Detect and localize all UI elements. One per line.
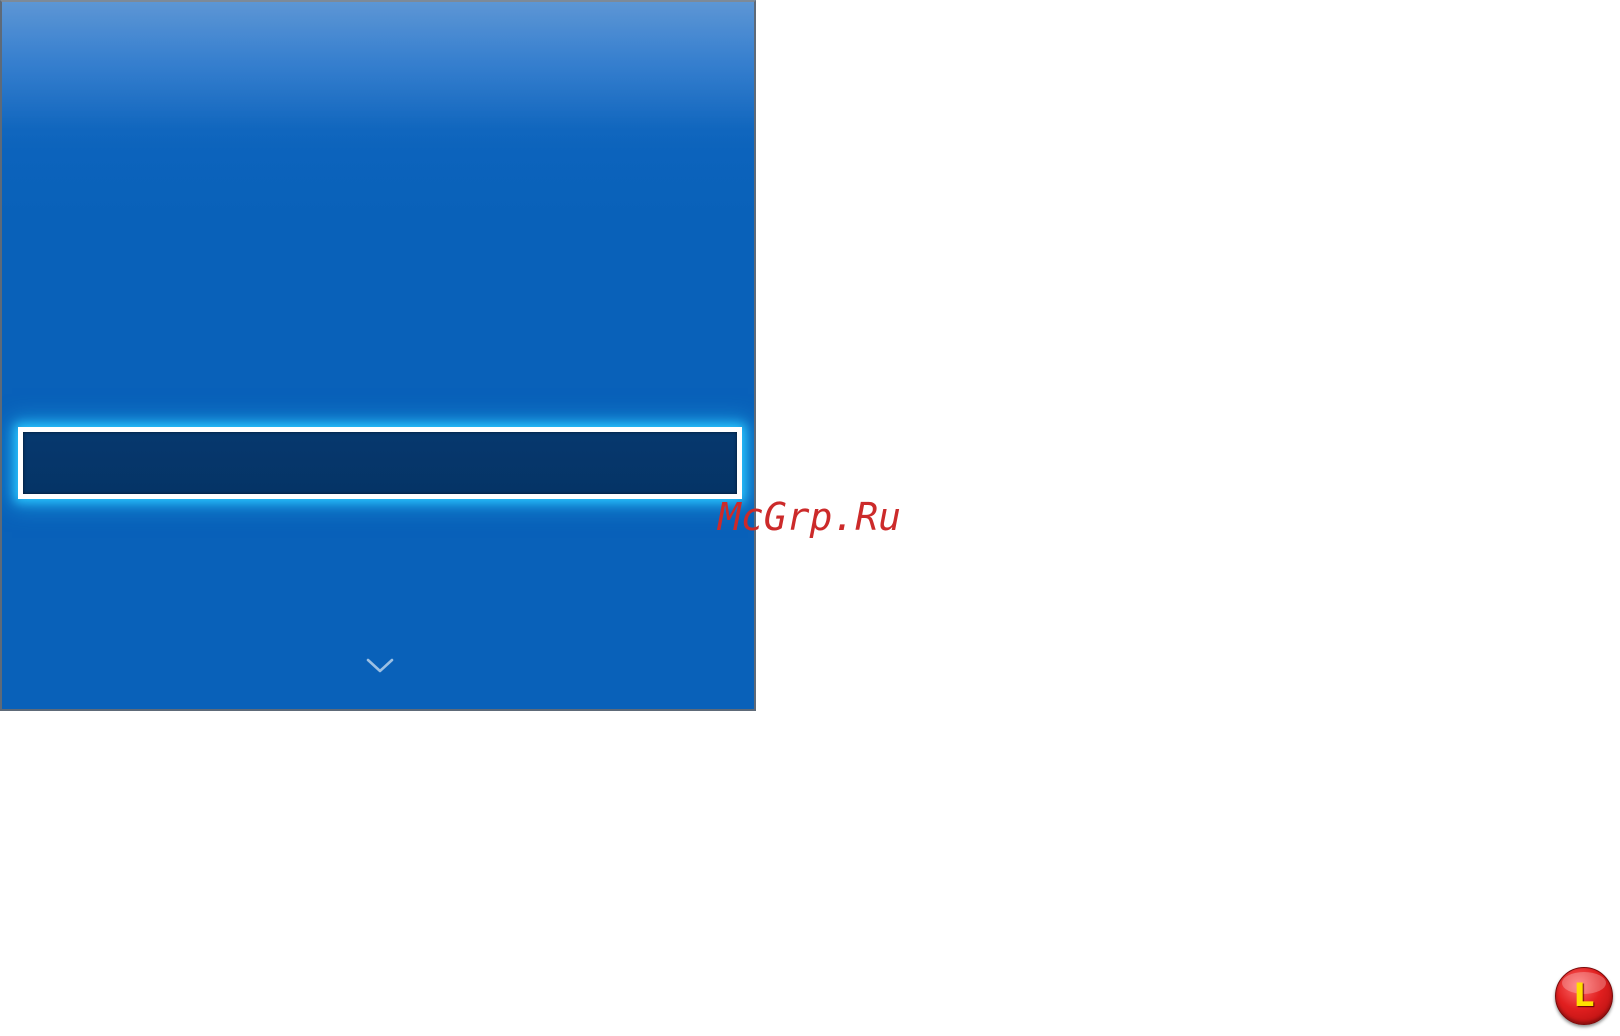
- page: McGrp.Ru L: [0, 0, 1620, 1036]
- chevron-down-icon[interactable]: [365, 656, 395, 676]
- corner-badge-letter: L: [1573, 976, 1595, 1014]
- tv-menu-screen: [0, 0, 756, 711]
- watermark-text: McGrp.Ru: [718, 495, 902, 539]
- selected-menu-item[interactable]: [18, 427, 742, 499]
- corner-badge-icon: L: [1555, 967, 1613, 1025]
